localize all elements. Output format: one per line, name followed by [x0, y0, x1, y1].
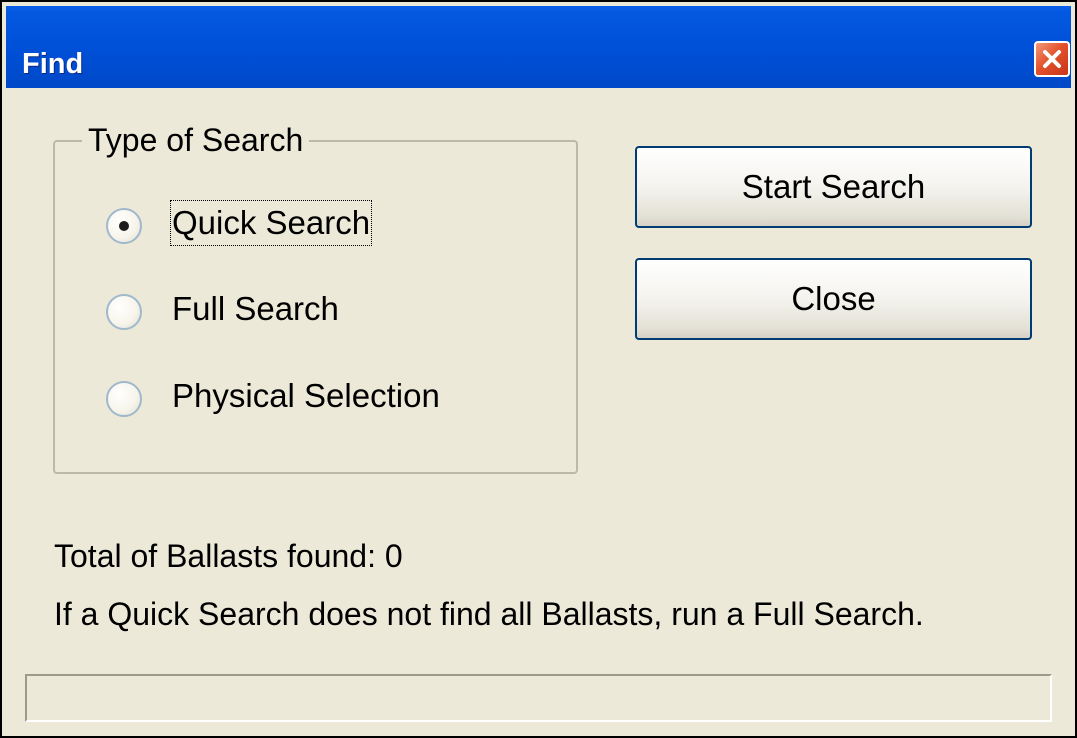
start-search-label: Start Search [741, 168, 926, 205]
title-bar[interactable]: Find [6, 6, 1071, 88]
radio-label-physical-selection[interactable]: Physical Selection [172, 375, 440, 417]
close-window-button[interactable] [1034, 41, 1070, 77]
start-search-button[interactable]: Start Search [635, 146, 1032, 228]
search-type-group-label: Type of Search [82, 120, 310, 160]
find-dialog: Find Type of Search Quick Search Full Se… [0, 0, 1077, 738]
close-button[interactable]: Close [635, 258, 1032, 340]
radio-selected-dot [119, 221, 129, 231]
radio-button-physical-selection[interactable] [106, 381, 142, 417]
search-hint-text: If a Quick Search does not find all Ball… [54, 596, 924, 632]
close-button-label: Close [791, 280, 876, 317]
ballasts-found-count: Total of Ballasts found: 0 [54, 538, 403, 574]
status-bar [25, 674, 1052, 722]
close-icon [1043, 50, 1061, 68]
radio-label-full-search[interactable]: Full Search [172, 288, 339, 330]
radio-button-quick-search[interactable] [106, 208, 142, 244]
window-title: Find [22, 48, 84, 80]
radio-label-quick-search[interactable]: Quick Search [169, 200, 373, 246]
radio-button-full-search[interactable] [106, 294, 142, 330]
dialog-content: Type of Search Quick Search Full Search … [8, 88, 1069, 732]
